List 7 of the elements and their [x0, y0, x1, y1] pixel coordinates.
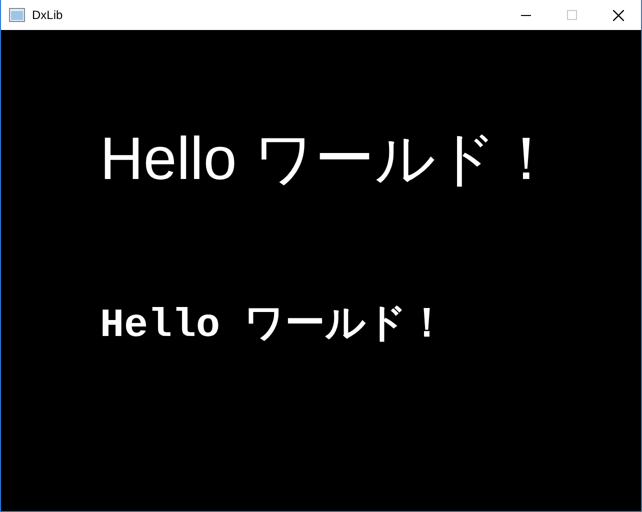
greeting-text: Hello ワールド！ [100, 303, 448, 351]
greeting-text: Hello ワールド！ [100, 124, 556, 194]
window-title: DxLib [32, 7, 63, 24]
close-icon [612, 10, 624, 20]
app-icon [9, 8, 25, 22]
maximize-icon [567, 10, 577, 20]
minimize-icon [521, 14, 531, 16]
